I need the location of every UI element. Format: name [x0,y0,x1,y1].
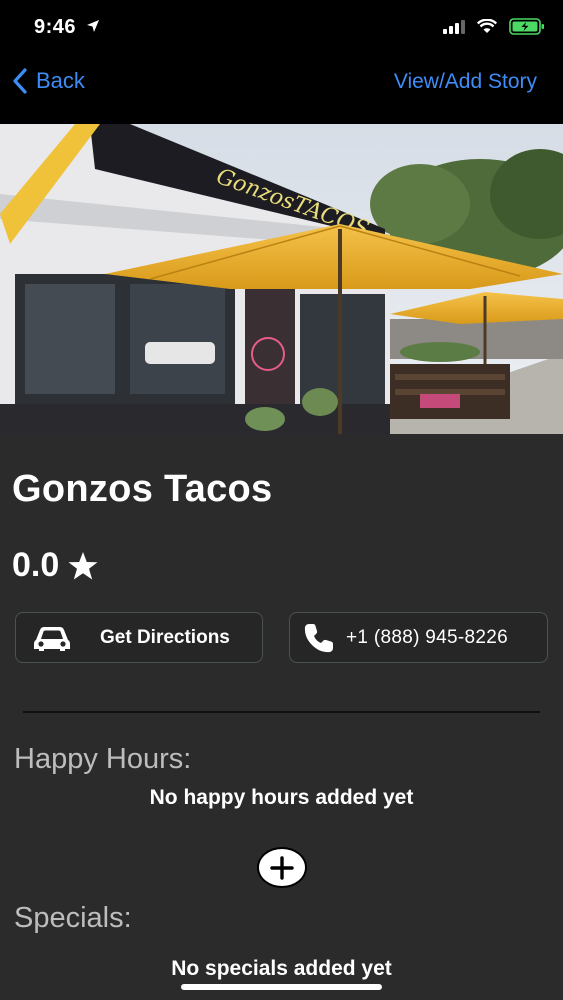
rating-value: 0.0 [12,546,60,584]
get-directions-label: Get Directions [100,626,230,648]
back-label: Back [36,68,85,93]
battery-icon [509,18,544,35]
plus-icon [270,855,294,880]
home-indicator[interactable] [181,984,382,990]
back-button[interactable]: Back [12,68,85,94]
view-add-story-button[interactable]: View/Add Story [394,70,537,94]
phone-number: +1 (888) 945-8226 [346,626,508,648]
location-arrow-icon [87,20,100,32]
restaurant-photo: GonzosTACOS [0,124,563,434]
section-divider [23,711,540,713]
specials-heading: Specials: [14,902,132,934]
add-happy-hour-button[interactable] [257,847,307,888]
specials-empty-message: No specials added yet [171,957,392,980]
car-icon [34,626,70,651]
status-icons [443,18,545,35]
rating: 0.0 [12,546,99,585]
happy-hours-heading: Happy Hours: [14,743,192,775]
restaurant-name: Gonzos Tacos [12,468,273,510]
status-time-text: 9:46 [34,16,77,38]
signal-icon [443,19,465,34]
get-directions-button[interactable]: Get Directions [15,612,263,663]
happy-hours-empty-message: No happy hours added yet [149,786,414,809]
star-icon [68,551,98,579]
status-time: 9:46 [34,16,100,39]
chevron-left-icon [13,68,27,94]
call-phone-button[interactable]: +1 (888) 945-8226 [289,612,548,663]
nav-bar: Back View/Add Story [0,58,563,124]
status-bar: 9:46 [0,0,563,58]
phone-icon [304,623,333,652]
wifi-icon [477,19,497,33]
